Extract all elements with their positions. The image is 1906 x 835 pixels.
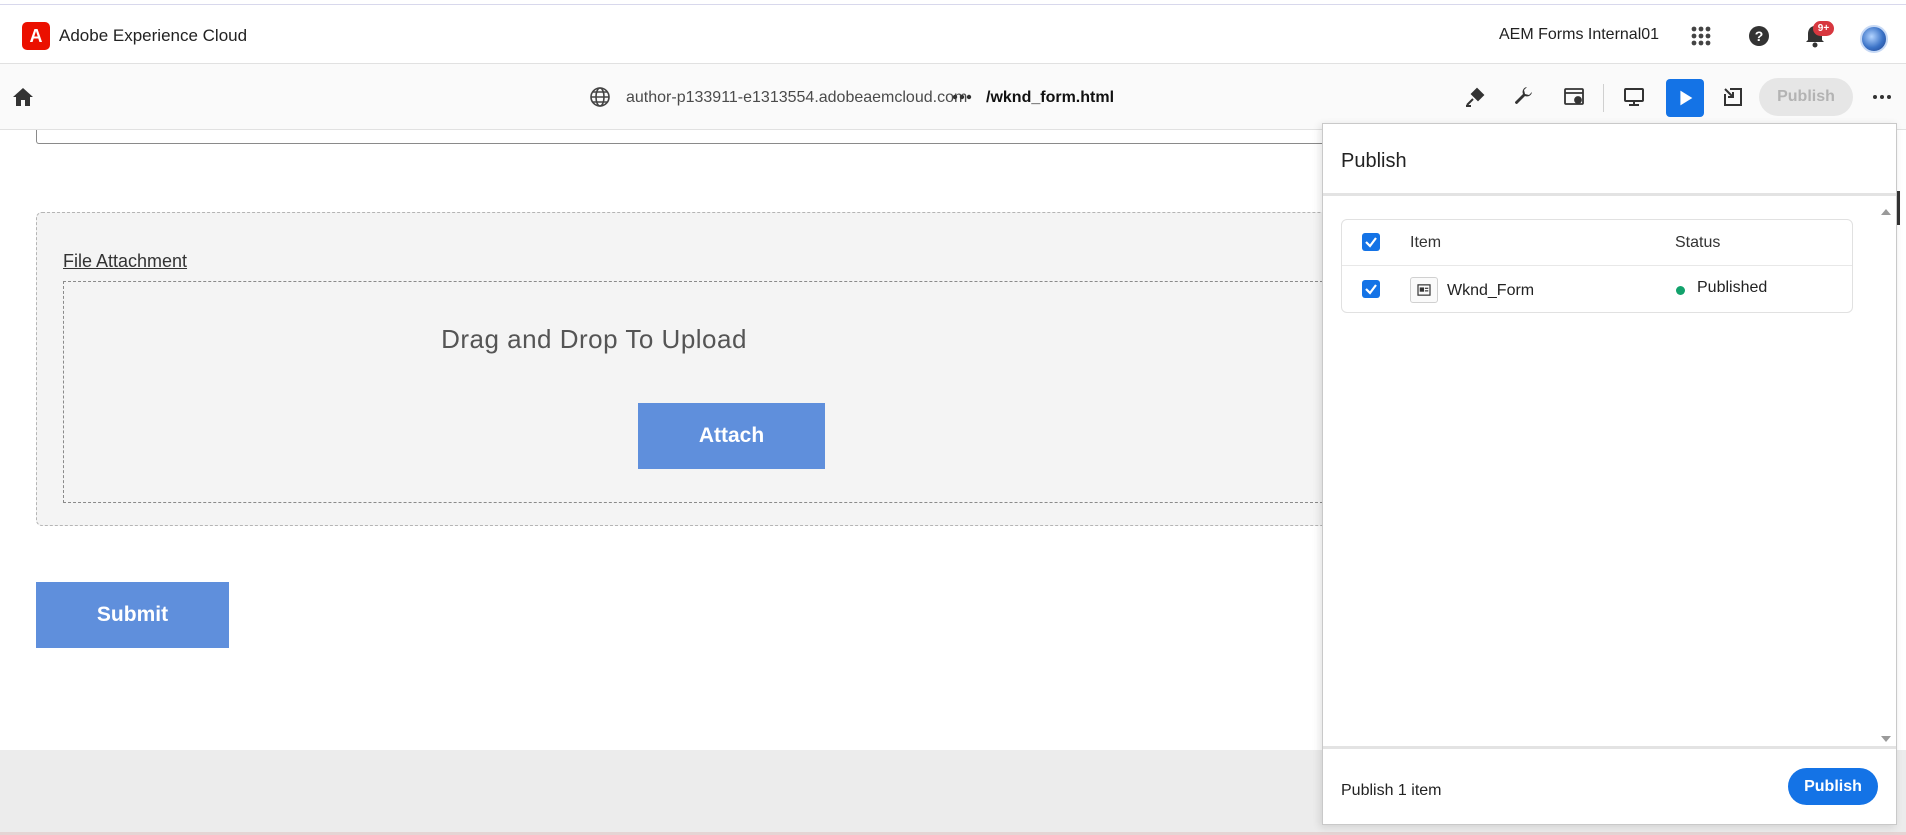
status-dot-icon bbox=[1676, 286, 1685, 295]
drop-zone[interactable]: Drag and Drop To Upload Attach bbox=[63, 281, 1323, 503]
scroll-up-icon[interactable] bbox=[1881, 209, 1891, 215]
wrench-icon[interactable] bbox=[1508, 81, 1540, 113]
edge-handle bbox=[1897, 191, 1900, 225]
publish-confirm-button[interactable]: Publish bbox=[1788, 768, 1878, 805]
globe-icon bbox=[584, 81, 616, 113]
org-switcher[interactable]: AEM Forms Internal01 bbox=[1499, 26, 1659, 44]
shell-title[interactable]: Adobe Experience Cloud bbox=[59, 26, 247, 46]
panel-scrollbar[interactable] bbox=[1876, 200, 1896, 744]
scroll-down-icon[interactable] bbox=[1881, 736, 1891, 742]
shell-header: A Adobe Experience Cloud AEM Forms Inter… bbox=[0, 4, 1906, 64]
preview-play-icon[interactable] bbox=[1666, 79, 1704, 117]
adobe-logo-icon[interactable]: A bbox=[22, 22, 50, 50]
publish-items-table: Item Status Wknd_Form Published bbox=[1341, 219, 1853, 313]
help-icon[interactable]: ? bbox=[1744, 21, 1774, 51]
drop-zone-text: Drag and Drop To Upload bbox=[441, 324, 747, 354]
page-settings-icon[interactable] bbox=[1558, 81, 1590, 113]
column-header-item[interactable]: Item bbox=[1410, 234, 1441, 252]
publish-item-count: Publish 1 item bbox=[1341, 782, 1442, 799]
more-path-icon[interactable] bbox=[946, 81, 978, 113]
publish-panel: Publish Item Status Wknd_Form Published … bbox=[1322, 123, 1897, 825]
publish-panel-header: Publish bbox=[1323, 124, 1896, 196]
svg-text:?: ? bbox=[1755, 28, 1764, 44]
previous-field-bottom bbox=[36, 130, 1326, 144]
edit-icon[interactable] bbox=[1459, 81, 1491, 113]
row-checkbox[interactable] bbox=[1362, 280, 1380, 298]
app-switcher-icon[interactable] bbox=[1686, 21, 1716, 51]
publish-button-toolbar[interactable]: Publish bbox=[1759, 78, 1853, 116]
toolbar-divider bbox=[1603, 84, 1604, 112]
table-row[interactable]: Wknd_Form Published bbox=[1342, 267, 1852, 312]
row-status: Published bbox=[1697, 279, 1768, 296]
notification-badge: 9+ bbox=[1813, 21, 1834, 36]
submit-button[interactable]: Submit bbox=[36, 582, 229, 648]
table-header-row: Item Status bbox=[1342, 220, 1852, 266]
row-item-name: Wknd_Form bbox=[1447, 282, 1535, 299]
desktop-icon[interactable] bbox=[1618, 81, 1650, 113]
url-host[interactable]: author-p133911-e1313554.adobeaemcloud.co… bbox=[626, 89, 967, 107]
select-all-checkbox[interactable] bbox=[1362, 233, 1380, 251]
publish-panel-title: Publish bbox=[1341, 150, 1407, 172]
open-external-icon[interactable] bbox=[1717, 81, 1749, 113]
url-path[interactable]: /wknd_form.html bbox=[986, 89, 1114, 107]
file-attachment-label: File Attachment bbox=[63, 251, 188, 271]
editor-toolbar: author-p133911-e1313554.adobeaemcloud.co… bbox=[0, 64, 1906, 130]
avatar[interactable] bbox=[1860, 25, 1888, 53]
file-attachment-panel: File Attachment Drag and Drop To Upload … bbox=[36, 212, 1336, 526]
attach-button[interactable]: Attach bbox=[638, 403, 825, 469]
home-icon[interactable] bbox=[7, 81, 39, 113]
column-header-status[interactable]: Status bbox=[1675, 234, 1720, 252]
more-icon[interactable] bbox=[1866, 81, 1898, 113]
form-icon bbox=[1410, 277, 1438, 303]
publish-panel-footer: Publish 1 item Publish bbox=[1323, 746, 1896, 825]
